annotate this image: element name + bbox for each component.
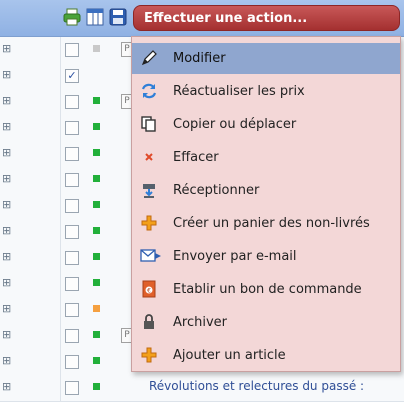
- divider: [60, 271, 61, 297]
- table-row[interactable]: ⊞ Révolutions et relectures du passé :: [0, 375, 404, 402]
- divider: [60, 219, 61, 245]
- expand-icon[interactable]: ⊞: [2, 147, 12, 158]
- status-indicator: [93, 253, 100, 260]
- menu-item-modifier[interactable]: Modifier: [132, 43, 400, 74]
- status-indicator: [93, 331, 100, 338]
- row-checkbox[interactable]: [65, 381, 79, 395]
- menu-item-receptionner[interactable]: Réceptionner: [132, 175, 400, 206]
- row-checkbox[interactable]: [65, 121, 79, 135]
- print-icon[interactable]: [63, 8, 81, 26]
- menu-item-label: Modifier: [173, 51, 226, 66]
- menu-item-creer-panier[interactable]: Créer un panier des non-livrés: [132, 208, 400, 239]
- columns-icon[interactable]: [86, 8, 104, 26]
- divider: [60, 193, 61, 219]
- action-dropdown-button[interactable]: Effectuer une action...: [133, 5, 400, 31]
- status-indicator: [93, 123, 100, 130]
- menu-item-label: Réactualiser les prix: [173, 84, 305, 99]
- svg-text:€: €: [147, 288, 151, 295]
- divider: [60, 323, 61, 349]
- refresh-icon: [141, 83, 157, 99]
- row-checkbox[interactable]: [65, 147, 79, 161]
- row-checkbox[interactable]: [65, 95, 79, 109]
- lock-icon: [144, 314, 154, 329]
- row-title-link[interactable]: Révolutions et relectures du passé :: [149, 379, 364, 393]
- row-checkbox-checked[interactable]: ✓: [65, 69, 79, 83]
- menu-item-reactualiser-prix[interactable]: Réactualiser les prix: [132, 76, 400, 107]
- row-checkbox[interactable]: [65, 225, 79, 239]
- divider: [60, 37, 61, 63]
- divider: [60, 245, 61, 271]
- copy-icon: [141, 116, 156, 132]
- menu-item-effacer[interactable]: Effacer: [132, 142, 400, 173]
- menu-item-label: Réceptionner: [173, 183, 260, 198]
- row-checkbox[interactable]: [65, 303, 79, 317]
- order-form-icon: €: [142, 280, 156, 298]
- status-indicator: [93, 305, 100, 312]
- status-indicator: [93, 45, 100, 52]
- toolbar: Effectuer une action...: [0, 0, 404, 37]
- expand-icon[interactable]: ⊞: [2, 329, 12, 340]
- expand-icon[interactable]: ⊞: [2, 251, 12, 262]
- row-checkbox[interactable]: [65, 329, 79, 343]
- expand-icon[interactable]: ⊞: [2, 121, 12, 132]
- menu-item-label: Copier ou déplacer: [173, 117, 297, 132]
- divider: [60, 63, 61, 89]
- delete-x-icon: [145, 153, 153, 161]
- status-indicator: [93, 149, 100, 156]
- menu-item-ajouter-article[interactable]: Ajouter un article: [132, 340, 400, 371]
- expand-icon[interactable]: ⊞: [2, 199, 12, 210]
- status-indicator: [93, 201, 100, 208]
- expand-icon[interactable]: ⊞: [2, 69, 12, 80]
- divider: [60, 89, 61, 115]
- expand-icon[interactable]: ⊞: [2, 381, 12, 392]
- status-indicator: [93, 175, 100, 182]
- menu-item-copier-deplacer[interactable]: Copier ou déplacer: [132, 109, 400, 140]
- menu-item-label: Envoyer par e-mail: [173, 249, 297, 264]
- menu-item-label: Créer un panier des non-livrés: [173, 216, 370, 231]
- menu-item-archiver[interactable]: Archiver: [132, 307, 400, 338]
- row-checkbox[interactable]: [65, 43, 79, 57]
- divider: [60, 375, 61, 401]
- menu-item-bon-commande[interactable]: € Etablir un bon de commande: [132, 274, 400, 305]
- pencil-icon: [141, 50, 157, 66]
- menu-item-label: Etablir un bon de commande: [173, 282, 362, 297]
- add-article-icon: [141, 347, 157, 363]
- status-indicator: [93, 357, 100, 364]
- row-checkbox[interactable]: [65, 199, 79, 213]
- menu-item-envoyer-email[interactable]: Envoyer par e-mail: [132, 241, 400, 272]
- status-indicator: [93, 227, 100, 234]
- expand-icon[interactable]: ⊞: [2, 173, 12, 184]
- add-basket-icon: [141, 215, 157, 231]
- row-checkbox[interactable]: [65, 173, 79, 187]
- expand-icon[interactable]: ⊞: [2, 95, 12, 106]
- email-icon: [140, 249, 161, 262]
- row-checkbox[interactable]: [65, 355, 79, 369]
- divider: [60, 349, 61, 375]
- menu-item-label: Effacer: [173, 150, 219, 165]
- menu-item-label: Archiver: [173, 315, 227, 330]
- menu-item-label: Ajouter un article: [173, 348, 286, 363]
- status-indicator: [93, 97, 100, 104]
- action-menu: Modifier Réactualiser les prix Copier ou…: [131, 36, 401, 372]
- status-indicator: [93, 279, 100, 286]
- status-indicator: [93, 383, 100, 390]
- divider: [60, 115, 61, 141]
- row-checkbox[interactable]: [65, 251, 79, 265]
- expand-icon[interactable]: ⊞: [2, 303, 12, 314]
- expand-icon[interactable]: ⊞: [2, 225, 12, 236]
- save-icon[interactable]: [109, 8, 127, 26]
- divider: [60, 297, 61, 323]
- expand-icon[interactable]: ⊞: [2, 277, 12, 288]
- receive-icon: [143, 184, 155, 198]
- expand-icon[interactable]: ⊞: [2, 355, 12, 366]
- row-checkbox[interactable]: [65, 277, 79, 291]
- expand-icon[interactable]: ⊞: [2, 43, 12, 54]
- divider: [60, 141, 61, 167]
- divider: [60, 167, 61, 193]
